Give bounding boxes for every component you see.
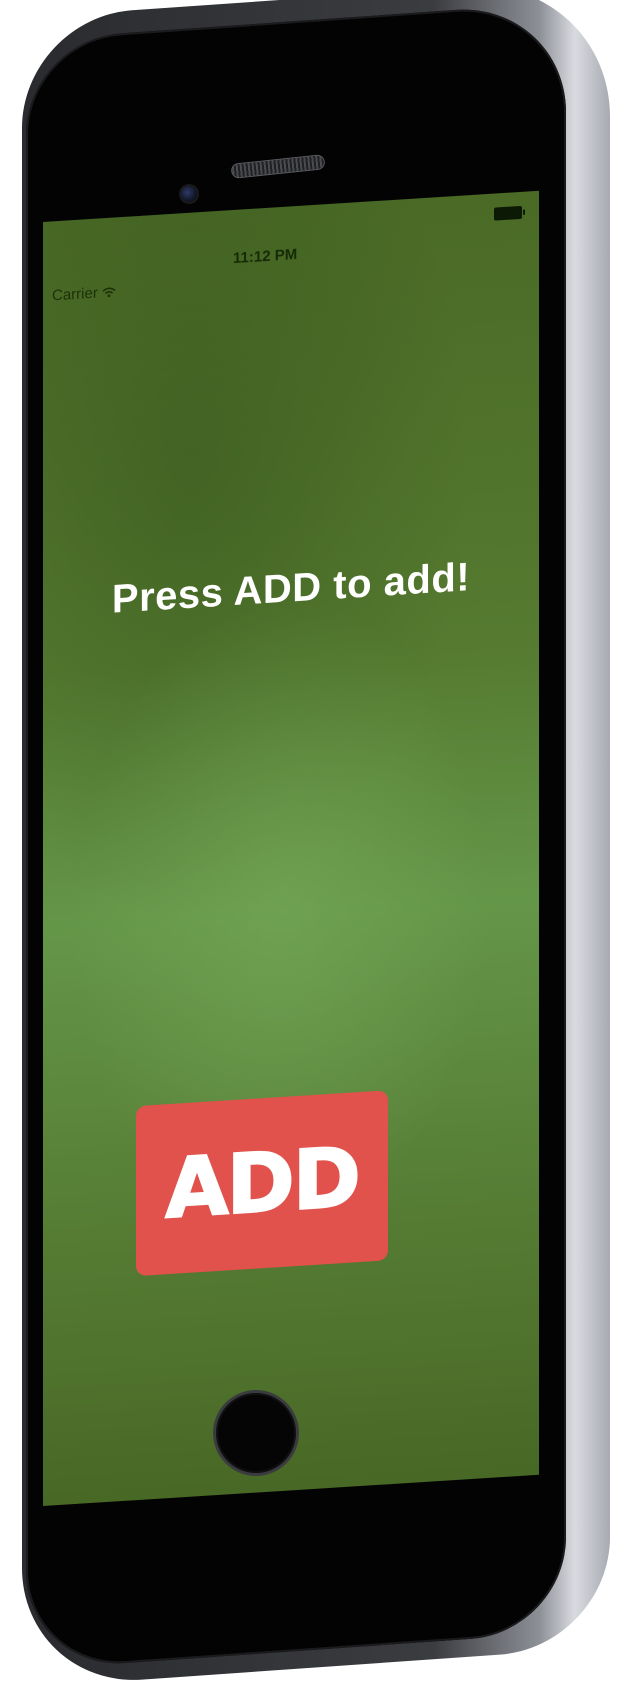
app-screen: Carrier 11:12 PM Press ADD to add! ADD [43, 190, 539, 1507]
instruction-text: Press ADD to add! [111, 555, 471, 622]
carrier-indicator: Carrier [52, 283, 116, 304]
device-mockup: Carrier 11:12 PM Press ADD to add! ADD [0, 0, 634, 1701]
status-time: 11:12 PM [233, 246, 298, 268]
home-button[interactable] [213, 1390, 299, 1476]
carrier-label: Carrier [52, 284, 98, 305]
add-button-label: ADD [164, 1129, 360, 1238]
wifi-icon [102, 287, 116, 298]
add-button[interactable]: ADD [136, 1090, 388, 1277]
front-camera-icon [181, 186, 197, 202]
battery-icon [494, 205, 522, 221]
